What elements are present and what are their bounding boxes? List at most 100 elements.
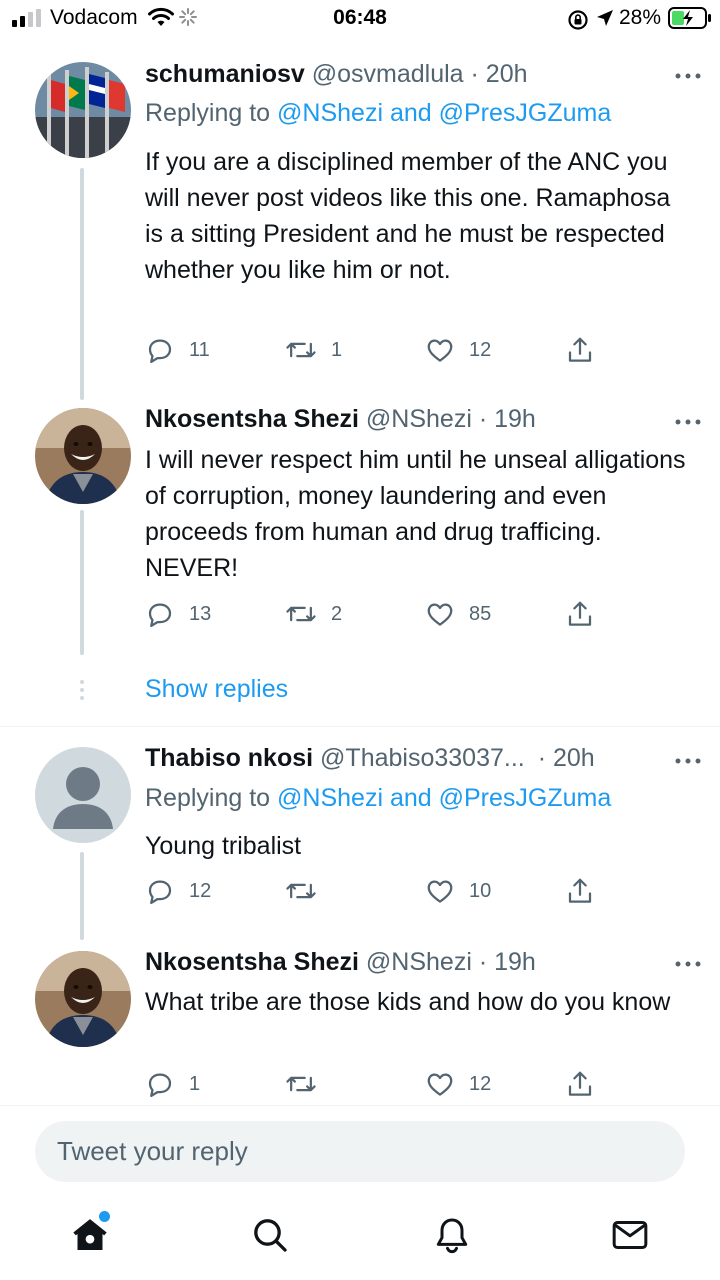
handle[interactable]: @Thabiso33037...	[320, 744, 525, 772]
retweet-count: 2	[331, 602, 343, 625]
replying-prefix: Replying to	[145, 784, 271, 812]
timestamp[interactable]: · 20h	[471, 60, 528, 88]
retweet-button[interactable]: 2	[285, 596, 342, 632]
tweet-header: Nkosentsha Shezi @NShezi · 19h	[145, 405, 688, 437]
tweet-text: What tribe are those kids and how do you…	[145, 988, 671, 1016]
share-button[interactable]	[565, 873, 595, 909]
reply-button[interactable]: 12	[145, 873, 211, 909]
reply-count: 12	[189, 879, 212, 902]
display-name[interactable]: Thabiso nkosi	[145, 744, 313, 772]
activity-spinner-icon	[179, 8, 197, 26]
reply-icon	[148, 880, 172, 904]
new-content-dot	[99, 1211, 110, 1222]
replying-to: Replying to @NShezi and @PresJGZuma	[145, 99, 611, 128]
display-name[interactable]: Nkosentsha Shezi	[145, 405, 359, 433]
tweet-actions: 1 12	[145, 1066, 605, 1102]
rotation-lock-icon	[568, 10, 588, 30]
like-icon	[427, 1073, 453, 1096]
reply-icon	[148, 339, 172, 363]
retweet-count: 1	[331, 338, 343, 361]
like-button[interactable]: 10	[425, 873, 491, 909]
timestamp[interactable]: · 19h	[479, 405, 536, 433]
more-icon[interactable]	[674, 418, 702, 426]
thread-line	[80, 510, 84, 655]
more-icon[interactable]	[674, 960, 702, 968]
bell-icon	[436, 1218, 468, 1254]
tweet-actions: 12 10	[145, 873, 605, 909]
avatar[interactable]	[35, 408, 131, 504]
handle[interactable]: @NShezi	[366, 948, 472, 976]
status-bar: Vodacom 06:48 28%	[0, 0, 720, 40]
mail-icon	[612, 1221, 648, 1249]
thread-line	[80, 168, 84, 400]
more-replies-dots-icon	[80, 680, 84, 700]
display-name[interactable]: schumaniosv	[145, 60, 305, 88]
search-icon	[254, 1219, 287, 1252]
display-name[interactable]: Nkosentsha Shezi	[145, 948, 359, 976]
reply-button[interactable]: 13	[145, 596, 211, 632]
retweet-icon	[286, 883, 316, 899]
tweet-header: Nkosentsha Shezi @NShezi · 19h	[145, 948, 688, 980]
tweet-header: Thabiso nkosi @Thabiso33037... · 20h	[145, 744, 688, 776]
like-button[interactable]: 85	[425, 596, 491, 632]
retweet-button[interactable]	[285, 873, 331, 909]
retweet-icon	[286, 342, 316, 358]
like-icon	[427, 880, 453, 903]
replying-to: Replying to @NShezi and @PresJGZuma	[145, 784, 611, 813]
like-button[interactable]: 12	[425, 332, 491, 368]
reply-count: 11	[189, 338, 210, 361]
tab-home[interactable]	[60, 1205, 120, 1265]
handle[interactable]: @osvmadlula	[312, 60, 464, 88]
share-icon	[568, 337, 592, 362]
tweet-header: schumaniosv @osvmadlula · 20h	[145, 60, 688, 92]
tweet-text: I will never respect him until he unseal…	[145, 446, 686, 582]
avatar[interactable]	[35, 747, 131, 843]
like-icon	[427, 603, 453, 626]
tweet-actions: 13 2 85	[145, 596, 605, 632]
share-button[interactable]	[565, 1066, 595, 1102]
replying-prefix: Replying to	[145, 99, 271, 127]
signal-icon	[12, 9, 41, 27]
reply-button[interactable]: 1	[145, 1066, 200, 1102]
retweet-icon	[286, 606, 316, 622]
location-arrow-icon	[597, 10, 613, 26]
retweet-button[interactable]	[285, 1066, 331, 1102]
like-count: 12	[469, 1072, 492, 1095]
like-count: 85	[469, 602, 492, 625]
share-button[interactable]	[565, 596, 595, 632]
retweet-button[interactable]: 1	[285, 332, 342, 368]
avatar[interactable]	[35, 62, 131, 158]
like-button[interactable]: 12	[425, 1066, 491, 1102]
avatar[interactable]	[35, 951, 131, 1047]
reply-icon	[148, 603, 172, 627]
like-count: 12	[469, 338, 492, 361]
timestamp[interactable]: · 19h	[479, 948, 536, 976]
tab-notifications[interactable]	[422, 1205, 482, 1265]
reply-count: 13	[189, 602, 212, 625]
battery-icon	[668, 7, 711, 29]
reply-icon	[148, 1073, 172, 1097]
tweet-text: Young tribalist	[145, 832, 302, 860]
timestamp[interactable]: · 20h	[538, 744, 595, 772]
replying-mentions-link[interactable]: @NShezi and @PresJGZuma	[277, 784, 611, 812]
tab-search[interactable]	[240, 1205, 300, 1265]
wifi-icon	[148, 7, 174, 26]
share-icon	[568, 878, 592, 903]
replying-mentions-link[interactable]: @NShezi and @PresJGZuma	[277, 99, 611, 127]
retweet-icon	[286, 1076, 316, 1092]
handle[interactable]: @NShezi	[366, 405, 472, 433]
tweet-actions: 11 1 12	[145, 332, 605, 368]
thread-line	[80, 852, 84, 940]
reply-input[interactable]	[35, 1121, 685, 1182]
like-count: 10	[469, 879, 492, 902]
tab-messages[interactable]	[600, 1205, 660, 1265]
share-icon	[568, 601, 592, 626]
show-replies-link[interactable]: Show replies	[145, 675, 288, 704]
carrier-label: Vodacom	[50, 6, 138, 29]
share-button[interactable]	[565, 332, 595, 368]
tweet-text: If you are a disciplined member of the A…	[145, 148, 671, 284]
reply-button[interactable]: 11	[145, 332, 210, 368]
more-icon[interactable]	[674, 757, 702, 765]
reply-count: 1	[189, 1072, 201, 1095]
more-icon[interactable]	[674, 72, 702, 80]
